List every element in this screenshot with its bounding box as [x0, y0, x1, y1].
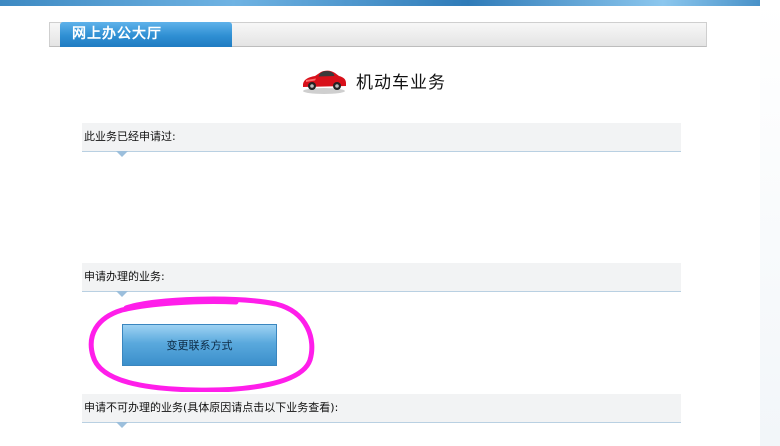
hall-header-bar: 网上办公大厅 [49, 22, 707, 47]
page-right-edge [760, 0, 780, 446]
caret-down-icon [116, 291, 128, 297]
section-available-label: 申请办理的业务: [84, 270, 165, 283]
page-title-row: 机动车业务 [300, 62, 446, 98]
section-unavailable-label: 申请不可办理的业务(具体原因请点击以下业务查看): [84, 401, 339, 414]
car-icon [303, 70, 346, 94]
tab-online-office-hall[interactable]: 网上办公大厅 [60, 22, 232, 47]
page-title: 机动车业务 [356, 72, 446, 93]
section-applied-header: 此业务已经申请过: [82, 123, 681, 157]
section-available-header: 申请办理的业务: [82, 263, 681, 297]
section-unavailable-header: 申请不可办理的业务(具体原因请点击以下业务查看): [82, 394, 681, 428]
top-banner-strip [0, 0, 780, 6]
caret-down-icon [116, 151, 128, 157]
section-applied-label: 此业务已经申请过: [84, 130, 176, 143]
caret-down-icon [116, 422, 128, 428]
change-contact-button[interactable]: 变更联系方式 [122, 324, 277, 366]
